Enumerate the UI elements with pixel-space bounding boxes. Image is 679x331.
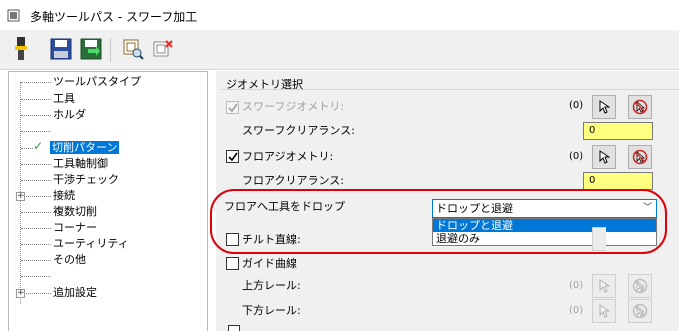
app-icon [7, 9, 20, 22]
swarf-geometry-count: (0) [569, 100, 584, 111]
floor-geometry-checkbox[interactable] [226, 150, 239, 163]
select-pointer-button[interactable] [592, 299, 616, 323]
save-icon[interactable] [48, 36, 74, 62]
upper-rail-label: 上方レール: [242, 279, 301, 292]
preview-icon[interactable] [120, 36, 146, 62]
tree-item-toolpath-type[interactable]: ツールパスタイプ [53, 74, 141, 90]
partial-checkbox[interactable] [228, 325, 240, 331]
swarf-geometry-checkbox[interactable] [226, 101, 239, 114]
swarf-clearance-input[interactable]: 0 [583, 122, 653, 140]
select-pointer-button[interactable] [592, 95, 616, 119]
tree-item-holder[interactable]: ホルダ [53, 107, 86, 123]
tilt-line-checkbox[interactable] [226, 233, 239, 246]
expand-icon[interactable]: + [16, 192, 25, 201]
select-pointer-button[interactable] [592, 145, 616, 169]
drop-tool-label: フロアへ工具をドロップ [224, 200, 345, 213]
group-divider [221, 89, 679, 90]
chevron-down-icon: ﹀ [642, 203, 652, 213]
floor-clearance-input[interactable]: 0 [583, 172, 653, 190]
guide-curve-label: ガイド曲線 [242, 257, 297, 270]
tree-item-link[interactable]: 接続 [53, 188, 75, 204]
select-pointer-button[interactable] [592, 274, 616, 298]
lower-rail-label: 下方レール: [242, 304, 301, 317]
window-title: 多軸ツールパス - スワーフ加工 [30, 10, 198, 24]
tree-item-label: 切削パターン [50, 141, 120, 154]
navigation-tree: ツールパスタイプ 工具 ホルダ ✓ 切削パターン 工具軸制御 干渉チェック + … [8, 71, 208, 331]
tool-icon[interactable] [8, 36, 34, 62]
drop-tool-selected-value: ドロップと退避 [436, 202, 513, 215]
tilt-line-label: チルト直線: [242, 233, 301, 246]
dropdown-option[interactable]: ドロップと退避 [433, 219, 656, 232]
tree-item-utility[interactable]: ユーティリティ [53, 236, 129, 252]
tree-item-tool[interactable]: 工具 [53, 91, 75, 107]
checkmark-icon: ✓ [33, 139, 44, 153]
dropdown-option[interactable]: 退避のみ [433, 232, 656, 245]
tree-item-multiple-cuts[interactable]: 複数切削 [53, 204, 97, 220]
floor-geometry-count: (0) [569, 151, 584, 162]
tree-item-cut-pattern[interactable]: 切削パターン [50, 140, 120, 156]
drop-tool-select[interactable]: ドロップと退避 ﹀ [432, 199, 657, 218]
clear-selection-button[interactable] [628, 145, 652, 169]
toolbar-separator [110, 38, 111, 62]
swarf-clearance-label: スワーフクリアランス: [242, 124, 355, 137]
export-save-icon[interactable] [78, 36, 104, 62]
floor-clearance-label: フロアクリアランス: [242, 174, 344, 187]
swarf-geometry-label: スワーフジオメトリ: [242, 100, 345, 113]
tree-item-other[interactable]: その他 [53, 252, 86, 268]
floor-geometry-label: フロアジオメトリ: [242, 150, 334, 163]
clear-selection-button[interactable] [628, 274, 652, 298]
title-bar: 多軸ツールパス - スワーフ加工 [0, 0, 679, 30]
tree-item-tool-axis-control[interactable]: 工具軸制御 [53, 156, 108, 172]
tree-item-additional-settings[interactable]: 追加設定 [53, 285, 97, 301]
upper-rail-count: (0) [569, 280, 584, 291]
clear-selection-button[interactable] [628, 299, 652, 323]
delete-icon[interactable] [150, 36, 176, 62]
tree-item-corner[interactable]: コーナー [53, 220, 97, 236]
lower-rail-count: (0) [569, 305, 584, 316]
guide-curve-checkbox[interactable] [226, 257, 239, 270]
select-pointer-button[interactable] [592, 227, 606, 251]
drop-tool-dropdown-list: ドロップと退避 退避のみ [432, 218, 657, 246]
expand-icon[interactable]: + [16, 289, 25, 298]
clear-selection-button[interactable] [628, 95, 652, 119]
tree-item-collision-check[interactable]: 干渉チェック [53, 172, 119, 188]
toolbar [0, 30, 679, 70]
